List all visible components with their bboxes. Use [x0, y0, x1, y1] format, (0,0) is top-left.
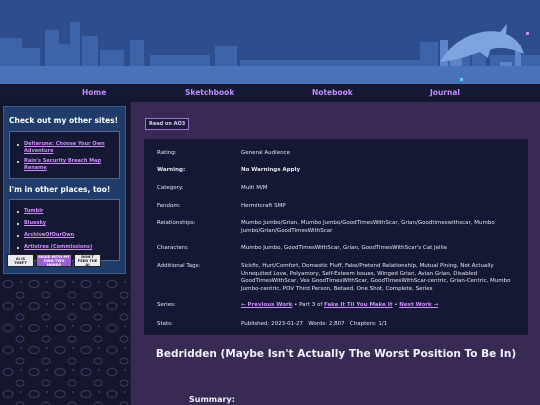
meta-key: Warning:: [157, 167, 186, 173]
read-on-ao3-button[interactable]: Read on AO3: [145, 118, 190, 130]
sites-title: Check out my other sites!: [9, 116, 119, 125]
bullet-icon: [17, 247, 19, 249]
bullet-icon: [17, 211, 19, 213]
meta-key: Fandom:: [157, 203, 181, 209]
meta-value: General Audience: [241, 150, 290, 156]
meta-key: Relationships:: [157, 220, 196, 226]
link-ao3[interactable]: ArchiveOfOurOwn: [24, 232, 74, 239]
previous-work-link[interactable]: ← Previous Work: [241, 302, 292, 308]
bullet-icon: [17, 235, 19, 237]
meta-key: Additional Tags:: [157, 263, 201, 269]
meta-key: Characters:: [157, 245, 189, 251]
link-deltarune[interactable]: Deltarune: Choose Your Own Adventure: [24, 141, 124, 155]
meta-key: Stats:: [157, 321, 173, 327]
meta-value: No Warnings Apply: [241, 167, 301, 173]
nav-journal[interactable]: Journal: [430, 88, 460, 97]
meta-key: Series:: [157, 302, 176, 308]
bullet-icon: [17, 144, 19, 146]
work-title: Bedridden (Maybe Isn't Actually The Wors…: [155, 348, 517, 360]
places-title: I'm in other places, too!: [9, 185, 111, 194]
sites-list: Deltarune: Choose Your Own Adventure Rai…: [9, 131, 120, 179]
badge-row: AI IS THEFT MADE WITH MY OWN TWO HANDS D…: [7, 254, 101, 267]
series-nav: ← Previous Work • Part 3 of Fake It Til …: [241, 302, 521, 310]
bullet-icon: [17, 161, 19, 163]
link-tumblr[interactable]: Tumblr: [24, 208, 43, 215]
meta-key: Category:: [157, 185, 184, 191]
bullet-icon: [17, 223, 19, 225]
work-metadata-panel: Rating: General Audience Warning: No War…: [144, 139, 528, 335]
badge-no-ai: DON'T FEED THE AI: [74, 254, 101, 267]
badge-handmade: MADE WITH MY OWN TWO HANDS: [36, 254, 72, 267]
meta-key: Rating:: [157, 150, 177, 156]
meta-value: Hermitcraft SMP: [241, 203, 286, 209]
nav-notebook[interactable]: Notebook: [312, 88, 353, 97]
sidebar-panel: Check out my other sites! Deltarune: Cho…: [3, 106, 126, 274]
nav-sketchbook[interactable]: Sketchbook: [185, 88, 234, 97]
nav-home[interactable]: Home: [82, 88, 106, 97]
stat-words: Words: 2,807: [308, 321, 345, 327]
top-nav: Home Sketchbook Notebook Journal: [0, 84, 540, 102]
header-banner: [0, 0, 540, 84]
link-artistree[interactable]: Artistree (Commissions): [24, 244, 92, 251]
link-security-breach[interactable]: Rain's Security Breach Map Rename: [24, 158, 124, 172]
stats-values: Published: 2023-01-27 Words: 2,807 Chapt…: [241, 321, 521, 329]
next-work-link[interactable]: Next Work →: [399, 302, 438, 308]
badge-ai-theft: AI IS THEFT: [7, 254, 34, 267]
meta-value: Sickfic, Hurt/Comfort, Domestic Fluff, F…: [241, 263, 511, 292]
stat-chapters: Chapters: 1/1: [349, 321, 388, 327]
pattern-decoration: [0, 277, 130, 405]
places-list: Tumblr Bluesky ArchiveOfOurOwn Artistree…: [9, 199, 120, 261]
main-content: Read on AO3 Rating: General Audience War…: [131, 102, 540, 405]
meta-value: Multi M/M: [241, 185, 268, 191]
meta-value: Mumbo Jumbo/Grian, Mumbo Jumbo/GoodTimes…: [241, 220, 495, 234]
skyline-illustration: [0, 0, 540, 84]
series-part-text: • Part 3 of: [292, 302, 325, 308]
sidebar: Check out my other sites! Deltarune: Cho…: [0, 102, 130, 405]
stat-published: Published: 2023-01-27: [241, 321, 304, 327]
link-bluesky[interactable]: Bluesky: [24, 220, 46, 227]
meta-value: Mumbo Jumbo, GoodTimesWithScar, Grian, G…: [241, 245, 448, 251]
summary-label: Summary:: [189, 395, 235, 404]
series-name-link[interactable]: Fake It Til You Make It: [324, 302, 392, 308]
